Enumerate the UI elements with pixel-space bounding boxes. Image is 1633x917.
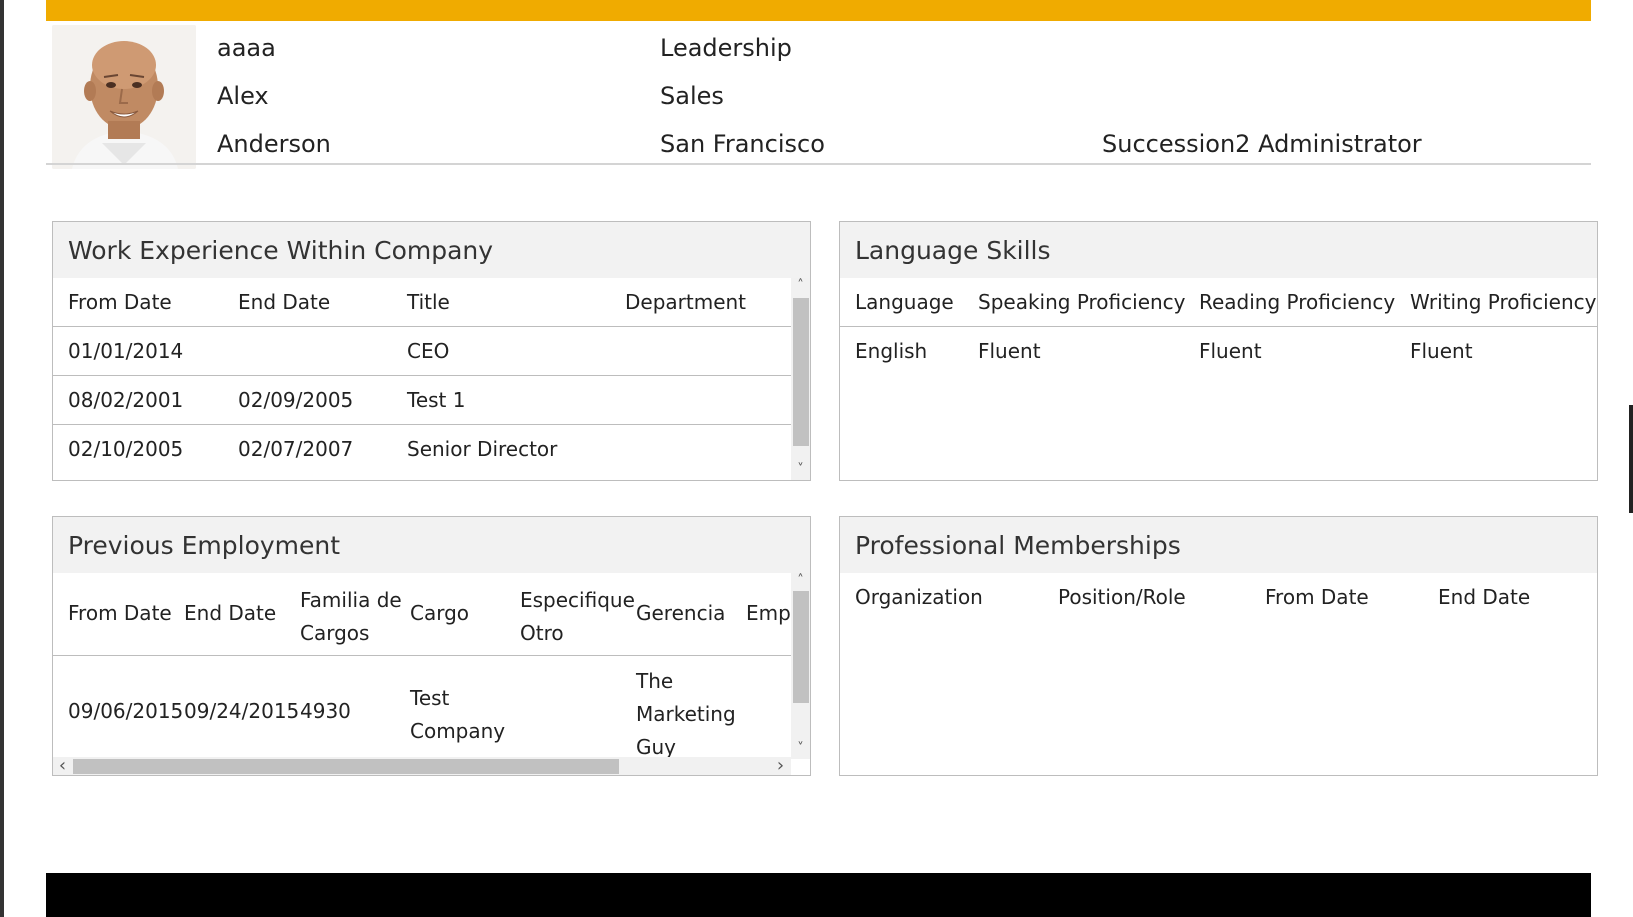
table-cell: 09/06/2015 — [68, 699, 184, 723]
column-header[interactable]: Speaking Proficiency — [978, 290, 1186, 314]
table-cell: Senior Director — [407, 437, 558, 461]
panel-title: Language Skills — [840, 222, 1597, 278]
column-header[interactable]: End Date — [1438, 585, 1530, 609]
column-header[interactable]: Writing Proficiency — [1410, 290, 1596, 314]
first-name: Alex — [217, 82, 269, 110]
scroll-up-icon[interactable]: ˄ — [791, 573, 810, 589]
header-accent-bar — [46, 0, 1591, 21]
scrollbar-thumb[interactable] — [793, 591, 809, 703]
panel-title: Work Experience Within Company — [53, 222, 810, 278]
header-field-1: aaaa — [217, 34, 276, 62]
column-header[interactable]: End Date — [238, 290, 330, 314]
scrollbar-thumb[interactable] — [793, 298, 809, 446]
horizontal-scrollbar[interactable]: ‹ › — [53, 757, 791, 775]
user-role: Succession2 Administrator — [1102, 130, 1422, 158]
window-left-border — [0, 0, 4, 917]
table-cell: Fluent — [1410, 339, 1473, 363]
last-name: Anderson — [217, 130, 331, 158]
vertical-scrollbar[interactable]: ˄ ˅ — [791, 573, 810, 759]
table-cell: 01/01/2014 — [68, 339, 184, 363]
column-header[interactable]: Gerencia — [636, 601, 725, 625]
table-cell: 4930 — [300, 699, 351, 723]
previous-employment-panel: Previous Employment From Date End Date F… — [52, 516, 811, 776]
column-header[interactable]: Language — [855, 290, 954, 314]
scroll-right-icon[interactable]: › — [771, 757, 790, 775]
table-cell: 08/02/2001 — [68, 388, 184, 412]
person-photo-icon — [52, 25, 196, 169]
scroll-left-icon[interactable]: ‹ — [53, 757, 72, 775]
header-divider — [46, 163, 1591, 165]
column-header[interactable]: End Date — [184, 601, 276, 625]
vertical-scrollbar[interactable]: ˄ ˅ — [791, 278, 810, 480]
table-cell: 02/09/2005 — [238, 388, 354, 412]
row-divider — [53, 375, 791, 376]
table-cell: Fluent — [1199, 339, 1262, 363]
table-cell: Test 1 — [407, 388, 466, 412]
table-cell: CEO — [407, 339, 450, 363]
table-cell: 02/07/2007 — [238, 437, 354, 461]
header-divider — [53, 655, 791, 656]
header-divider — [53, 326, 791, 327]
table-cell: Fluent — [978, 339, 1041, 363]
column-header[interactable]: Organization — [855, 585, 983, 609]
column-header[interactable]: Title — [407, 290, 450, 314]
column-header[interactable]: Familia de Cargos — [300, 584, 402, 650]
table-cell: English — [855, 339, 928, 363]
table-cell: Test Company — [410, 686, 506, 743]
scroll-down-icon[interactable]: ˅ — [791, 462, 810, 478]
column-header[interactable]: From Date — [68, 601, 172, 625]
column-header[interactable]: Empr — [746, 601, 791, 625]
window-edge-marker — [1629, 405, 1633, 513]
profile-photo — [52, 25, 196, 169]
column-header[interactable]: Position/Role — [1058, 585, 1186, 609]
column-header[interactable]: Especifique Otro — [520, 584, 635, 650]
scrollbar-thumb[interactable] — [73, 759, 619, 774]
column-header[interactable]: Reading Proficiency — [1199, 290, 1395, 314]
column-header[interactable]: Department — [625, 290, 746, 314]
row-divider — [53, 424, 791, 425]
column-header[interactable]: Cargo — [410, 601, 469, 625]
footer-bar — [46, 873, 1591, 917]
scroll-down-icon[interactable]: ˅ — [791, 741, 810, 757]
header-divider — [840, 326, 1597, 327]
panel-title: Previous Employment — [53, 517, 810, 573]
table-cell: 09/24/2015 — [184, 699, 300, 723]
job-level: Leadership — [660, 34, 792, 62]
column-header[interactable]: From Date — [68, 290, 172, 314]
column-header[interactable]: From Date — [1265, 585, 1369, 609]
work-experience-panel: Work Experience Within Company From Date… — [52, 221, 811, 481]
table-cell: The Marketing Guy — [636, 669, 736, 759]
table-viewport: From Date End Date Familia de Cargos Car… — [53, 573, 791, 759]
professional-memberships-panel: Professional Memberships Organization Po… — [839, 516, 1598, 776]
department: Sales — [660, 82, 724, 110]
table-cell: 02/10/2005 — [68, 437, 184, 461]
location: San Francisco — [660, 130, 825, 158]
scroll-up-icon[interactable]: ˄ — [791, 278, 810, 294]
language-skills-panel: Language Skills Language Speaking Profic… — [839, 221, 1598, 481]
panel-title: Professional Memberships — [840, 517, 1597, 573]
